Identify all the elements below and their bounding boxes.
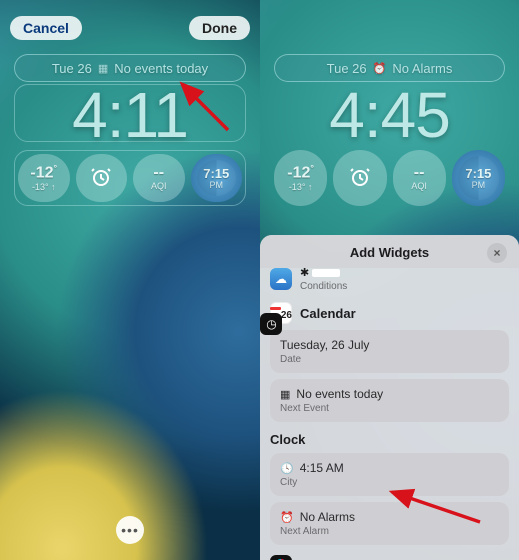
alarm-icon: ⏰: [280, 511, 294, 524]
sheet-title: Add Widgets: [350, 245, 429, 260]
sheet-header: Add Widgets ×: [260, 235, 519, 268]
calendar-icon: ▦: [280, 388, 290, 401]
alarm-icon: ⏰: [373, 62, 387, 75]
widget-row: -12° -13° ↑ -- AQI 7:15 PM: [274, 150, 505, 206]
done-button[interactable]: Done: [189, 16, 250, 40]
calendar-section-header[interactable]: 26 Calendar: [270, 302, 509, 324]
calendar-date-widget-option[interactable]: Tuesday, 26 July Date: [270, 330, 509, 373]
date-label: Tue 26: [52, 61, 92, 76]
alarm-widget[interactable]: [76, 154, 128, 202]
aqi-widget[interactable]: -- AQI: [393, 150, 446, 206]
close-button[interactable]: ×: [487, 243, 507, 263]
fitness-app-icon: [270, 555, 292, 560]
customize-more-button[interactable]: •••: [116, 516, 144, 544]
alarm-icon: [348, 165, 372, 192]
date-label: Tue 26: [327, 61, 367, 76]
lockscreen-clock: 4:45: [260, 78, 519, 152]
weather-widget[interactable]: -12° -13° ↑: [18, 154, 70, 202]
weather-sub: Conditions: [300, 281, 347, 292]
redacted-temp: [312, 269, 340, 277]
clock-city-widget-option[interactable]: 🕓4:15 AM City: [270, 453, 509, 496]
lockscreen-clock[interactable]: 4:11: [0, 78, 260, 152]
fitness-section-header[interactable]: Fitness: [270, 555, 509, 560]
date-widget-text: No Alarms: [392, 61, 452, 76]
right-phone: Tue 26 ⏰ No Alarms 4:45 -12° -13° ↑ -- A…: [260, 0, 519, 560]
clock-next-alarm-widget-option[interactable]: ⏰No Alarms Next Alarm: [270, 502, 509, 545]
world-clock-widget[interactable]: 7:15 PM: [191, 154, 243, 202]
cancel-button[interactable]: Cancel: [10, 16, 82, 40]
left-phone: Cancel Done Tue 26 ▦ No events today 4:1…: [0, 0, 260, 560]
date-widget-text: No events today: [114, 61, 208, 76]
weather-app-icon: ☁: [270, 268, 292, 290]
clock-section-header[interactable]: ◷ Clock: [270, 432, 509, 447]
clock-app-icon: ◷: [260, 313, 282, 335]
edit-toolbar: Cancel Done: [10, 16, 250, 40]
world-clock-widget[interactable]: 7:15 PM: [452, 150, 505, 206]
weather-row-peek[interactable]: ☁ ✱ Conditions: [270, 266, 509, 292]
clock-icon: 🕓: [280, 462, 294, 475]
alarm-icon: [89, 165, 113, 192]
widget-row-slot[interactable]: -12° -13° ↑ -- AQI 7:15 PM: [14, 150, 246, 206]
close-icon: ×: [493, 246, 500, 260]
alarm-widget[interactable]: [333, 150, 386, 206]
calendar-icon: ▦: [98, 62, 108, 75]
weather-widget[interactable]: -12° -13° ↑: [274, 150, 327, 206]
aqi-widget[interactable]: -- AQI: [133, 154, 185, 202]
calendar-next-event-widget-option[interactable]: ▦No events today Next Event: [270, 379, 509, 422]
add-widgets-sheet: Add Widgets × ☁ ✱ Conditions 26 Calendar…: [260, 235, 519, 560]
